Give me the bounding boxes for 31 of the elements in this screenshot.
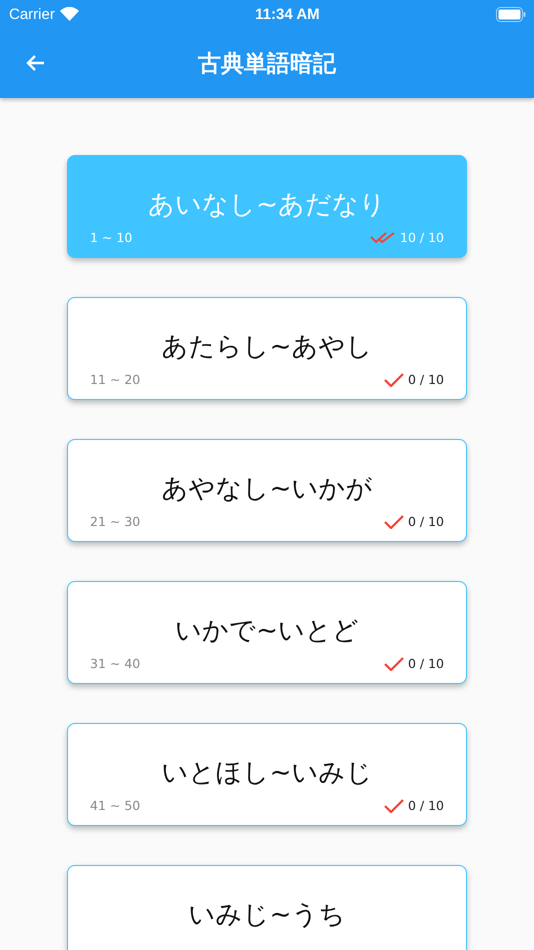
check-icon	[384, 372, 404, 386]
lesson-card[interactable]: あたらし~あやし 11 ~ 20 0 / 10	[67, 297, 467, 400]
clock-time: 11:34 AM	[255, 6, 320, 22]
progress-count: 0 / 10	[408, 656, 444, 671]
lesson-title: あいなし~あだなり	[147, 189, 387, 222]
lesson-card[interactable]: あやなし~いかが 21 ~ 30 0 / 10	[67, 439, 467, 542]
lesson-title: あたらし~あやし	[160, 331, 374, 364]
double-check-icon	[370, 232, 396, 244]
range-label: 11 ~ 20	[90, 372, 140, 387]
lesson-title: いみじ~うち	[188, 899, 346, 932]
app-title: 古典単語暗記	[198, 50, 336, 78]
lesson-card[interactable]: いみじ~うち	[67, 865, 467, 950]
range-label: 21 ~ 30	[90, 514, 140, 529]
battery-icon	[496, 6, 526, 22]
range-label: 41 ~ 50	[90, 798, 140, 813]
lesson-card[interactable]: いとほし~いみじ 41 ~ 50 0 / 10	[67, 723, 467, 826]
progress-count: 0 / 10	[408, 514, 444, 529]
lesson-card[interactable]: いかで~いとど 31 ~ 40 0 / 10	[67, 581, 467, 684]
lesson-title: いかで~いとど	[174, 615, 360, 648]
range-label: 31 ~ 40	[90, 656, 140, 671]
lesson-title: あやなし~いかが	[160, 473, 374, 506]
lesson-title: いとほし~いみじ	[160, 757, 374, 790]
check-icon	[384, 798, 404, 812]
carrier-label: Carrier	[9, 6, 55, 22]
progress-count: 10 / 10	[400, 230, 444, 245]
wifi-icon	[60, 7, 79, 21]
range-label: 1 ~ 10	[90, 230, 132, 245]
check-icon	[384, 656, 404, 670]
check-icon	[384, 514, 404, 528]
progress-count: 0 / 10	[408, 798, 444, 813]
progress-count: 0 / 10	[408, 372, 444, 387]
